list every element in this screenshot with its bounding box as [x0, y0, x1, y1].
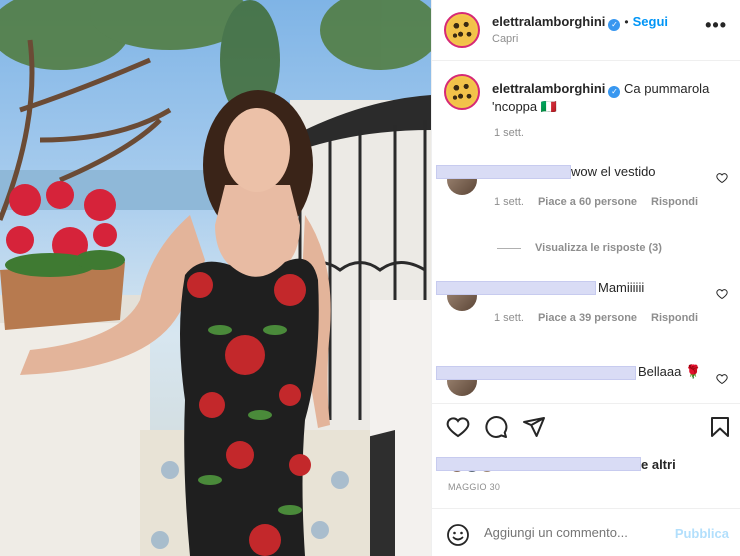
post-location[interactable]: Capri: [492, 33, 518, 45]
reply-button[interactable]: Rispondi: [651, 196, 698, 208]
separator-dot: •: [624, 15, 629, 29]
like-comment-heart-icon[interactable]: [716, 172, 728, 184]
like-comment-heart-icon[interactable]: [716, 373, 728, 385]
header-divider: [432, 60, 740, 61]
actions-divider: [432, 403, 740, 404]
post-image: [0, 0, 431, 556]
comment-text: Bellaaa 🌹: [638, 364, 702, 379]
comment-text: Mamiiiiii: [598, 280, 645, 295]
add-comment-bar: Pubblica: [432, 508, 740, 556]
emoji-smiley-icon[interactable]: [446, 523, 470, 547]
caption-age[interactable]: 1 sett.: [494, 127, 524, 139]
comment-likes[interactable]: Piace a 60 persone: [538, 196, 637, 208]
comment-input[interactable]: [484, 525, 664, 540]
author-username[interactable]: elettralamborghini: [492, 14, 605, 29]
share-send-icon[interactable]: [522, 415, 546, 439]
post-actions-bar: [432, 408, 740, 444]
comment-age[interactable]: 1 sett.: [494, 196, 524, 208]
verified-badge-icon: ✓: [608, 86, 621, 98]
view-replies-button[interactable]: Visualizza le risposte (3): [497, 242, 662, 254]
publish-button[interactable]: Pubblica: [675, 526, 729, 541]
reply-button[interactable]: Rispondi: [651, 312, 698, 324]
comment-bubble-icon[interactable]: [484, 415, 508, 439]
like-heart-icon[interactable]: [446, 415, 470, 439]
likes-summary[interactable]: e altri: [641, 457, 676, 472]
more-options-icon[interactable]: •••: [705, 16, 727, 34]
post-header: elettralamborghini ✓ • Segui Capri •••: [432, 0, 740, 60]
follow-button[interactable]: Segui: [633, 14, 668, 29]
comment-age[interactable]: 1 sett.: [494, 312, 524, 324]
comment-likes[interactable]: Piace a 39 persone: [538, 312, 637, 324]
redacted-username: [436, 366, 636, 380]
redacted-username: [436, 281, 596, 295]
save-bookmark-icon[interactable]: [709, 415, 731, 439]
post-photo[interactable]: [0, 0, 431, 556]
author-avatar[interactable]: [444, 12, 480, 48]
verified-badge-icon: ✓: [608, 19, 621, 31]
caption-author-avatar[interactable]: [444, 74, 480, 110]
comment-meta: 1 sett. Piace a 60 persone Rispondi: [494, 196, 698, 208]
post-details-panel: elettralamborghini ✓ • Segui Capri ••• elet…: [431, 0, 740, 556]
caption-username[interactable]: elettralamborghini: [492, 81, 605, 96]
author-name-row: elettralamborghini ✓ • Segui: [492, 13, 668, 31]
post-date[interactable]: MAGGIO 30: [448, 482, 500, 492]
redacted-liker-name: [436, 457, 641, 471]
comment-text: wow el vestido: [571, 164, 656, 179]
comment-meta: 1 sett. Piace a 39 persone Rispondi: [494, 312, 698, 324]
like-comment-heart-icon[interactable]: [716, 288, 728, 300]
redacted-username: [436, 165, 571, 179]
post-caption: elettralamborghini ✓ Ca pummarola 'ncoppa…: [492, 80, 727, 115]
